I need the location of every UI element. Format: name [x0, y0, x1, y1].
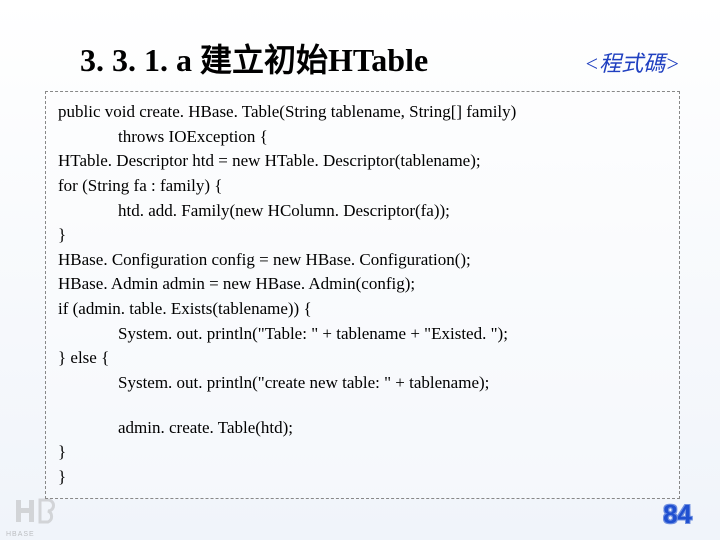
code-line: HBase. Configuration config = new HBase.…: [58, 248, 667, 273]
code-line: throws IOException {: [58, 125, 667, 150]
code-line: System. out. println("create new table: …: [58, 371, 667, 396]
code-line: System. out. println("Table: " + tablena…: [58, 322, 667, 347]
code-line: HBase. Admin admin = new HBase. Admin(co…: [58, 272, 667, 297]
logo-text: HBASE: [6, 531, 35, 538]
code-line: } else {: [58, 346, 667, 371]
code-line: }: [58, 223, 667, 248]
slide-subtitle: <程式碼>: [584, 46, 680, 78]
code-line: if (admin. table. Exists(tablename)) {: [58, 297, 667, 322]
code-line: for (String fa : family) {: [58, 174, 667, 199]
slide-title: 3. 3. 1. a 建立初始HTable: [80, 35, 428, 81]
blank-line: [58, 396, 667, 416]
title-row: 3. 3. 1. a 建立初始HTable <程式碼>: [0, 0, 720, 86]
page-number: 84: [663, 499, 692, 530]
code-line: }: [58, 440, 667, 465]
code-line: admin. create. Table(htd);: [58, 416, 667, 441]
code-line: }: [58, 465, 667, 490]
hbase-logo-icon: [10, 496, 60, 532]
code-line: HTable. Descriptor htd = new HTable. Des…: [58, 149, 667, 174]
code-box: public void create. HBase. Table(String …: [45, 91, 680, 499]
code-line: public void create. HBase. Table(String …: [58, 100, 667, 125]
code-line: htd. add. Family(new HColumn. Descriptor…: [58, 199, 667, 224]
